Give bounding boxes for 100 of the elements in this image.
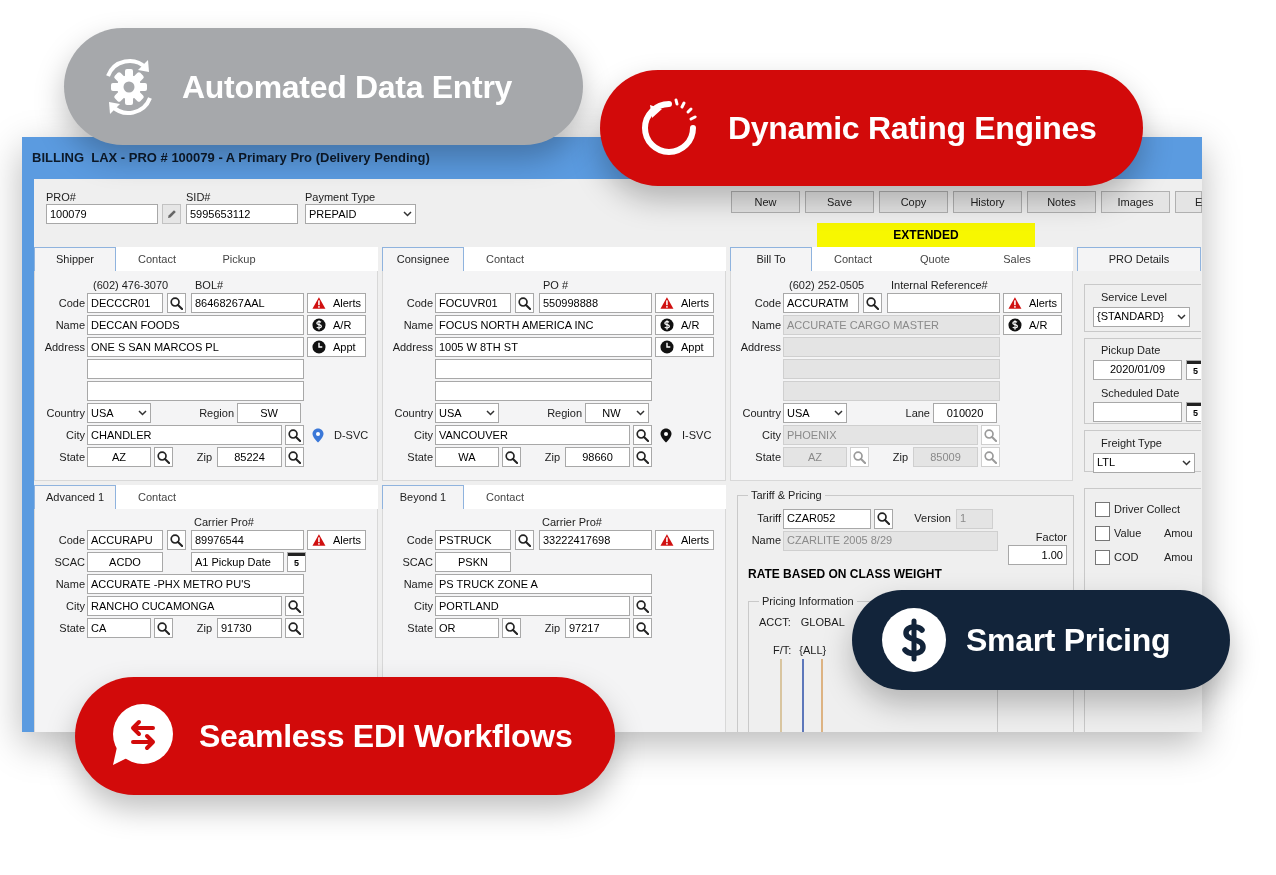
text-field[interactable]: 86468267AAL — [191, 293, 304, 313]
search-button[interactable] — [154, 447, 173, 467]
text-field[interactable]: ACCURAPU — [87, 530, 163, 550]
action-button[interactable]: Appt — [307, 337, 366, 357]
search-button[interactable] — [515, 293, 534, 313]
text-field[interactable] — [435, 381, 652, 401]
search-button[interactable] — [502, 618, 521, 638]
checkbox[interactable] — [1095, 501, 1110, 517]
text-field[interactable]: 97217 — [565, 618, 630, 638]
toolbar-button[interactable]: Save — [805, 191, 874, 213]
text-field[interactable]: PS TRUCK ZONE A — [435, 574, 652, 594]
search-button[interactable] — [515, 530, 534, 550]
text-field[interactable]: WA — [435, 447, 499, 467]
search-button[interactable] — [285, 425, 304, 445]
text-field[interactable]: ONE S SAN MARCOS PL — [87, 337, 304, 357]
date-field[interactable] — [1093, 402, 1182, 422]
search-button[interactable] — [633, 596, 652, 616]
search-button[interactable] — [167, 530, 186, 550]
dropdown[interactable]: LTL — [1093, 452, 1195, 473]
search-button[interactable] — [285, 447, 304, 467]
text-field[interactable]: 89976544 — [191, 530, 304, 550]
search-button[interactable] — [874, 508, 893, 529]
text-field[interactable]: CZAR052 — [783, 508, 871, 529]
action-button[interactable]: Alerts — [1003, 293, 1062, 313]
search-button[interactable] — [154, 618, 173, 638]
toolbar-button[interactable]: E — [1175, 191, 1202, 213]
text-field[interactable]: FOCUVR01 — [435, 293, 511, 313]
text-field[interactable]: PSKN — [435, 552, 511, 572]
action-button[interactable]: A/R — [307, 315, 366, 335]
tab[interactable]: Beyond 1 — [382, 485, 464, 509]
tab[interactable]: PRO Details — [1077, 247, 1201, 271]
date-field[interactable]: A1 Pickup Date — [191, 552, 284, 572]
toolbar-button[interactable]: Images — [1101, 191, 1170, 213]
text-field[interactable] — [783, 359, 1000, 379]
text-field[interactable]: 91730 — [217, 618, 282, 638]
text-field[interactable]: 1005 W 8TH ST — [435, 337, 652, 357]
text-field[interactable]: PORTLAND — [435, 596, 630, 616]
text-field[interactable]: 85224 — [217, 447, 282, 467]
search-button[interactable] — [863, 293, 882, 313]
search-button[interactable] — [633, 618, 652, 638]
text-field[interactable]: PSTRUCK — [435, 530, 511, 550]
dropdown[interactable]: USA — [87, 403, 151, 423]
dropdown[interactable]: USA — [783, 403, 847, 423]
text-field[interactable]: SW — [237, 403, 301, 423]
dropdown[interactable]: {STANDARD} — [1093, 306, 1190, 327]
text-field[interactable] — [887, 293, 1000, 313]
text-field[interactable]: DECCCR01 — [87, 293, 163, 313]
date-field[interactable]: 2020/01/09 — [1093, 359, 1182, 380]
text-field[interactable]: FOCUS NORTH AMERICA INC — [435, 315, 652, 335]
calendar-button[interactable]: 5 — [1186, 359, 1201, 380]
text-field[interactable] — [783, 381, 1000, 401]
action-button[interactable]: Alerts — [307, 530, 366, 550]
toolbar-button[interactable]: New — [731, 191, 800, 213]
toolbar-button[interactable]: Copy — [879, 191, 948, 213]
checkbox[interactable] — [1095, 549, 1110, 565]
action-button[interactable]: Alerts — [655, 530, 714, 550]
calendar-button[interactable]: 5 — [1186, 402, 1201, 422]
text-field[interactable]: OR — [435, 618, 499, 638]
text-field[interactable] — [87, 359, 304, 379]
search-button[interactable] — [633, 425, 652, 445]
dropdown[interactable]: PREPAID — [305, 204, 416, 224]
text-field[interactable]: ACDO — [87, 552, 163, 572]
action-button[interactable]: Alerts — [655, 293, 714, 313]
text-field[interactable]: RANCHO CUCAMONGA — [87, 596, 282, 616]
action-button[interactable]: A/R — [1003, 315, 1062, 335]
search-button[interactable] — [285, 618, 304, 638]
action-button[interactable]: A/R — [655, 315, 714, 335]
tab[interactable]: Consignee — [382, 247, 464, 271]
text-field[interactable]: AZ — [87, 447, 151, 467]
tab[interactable]: Bill To — [730, 247, 812, 271]
action-button[interactable]: Appt — [655, 337, 714, 357]
text-field[interactable]: ACCURATM — [783, 293, 859, 313]
search-button[interactable] — [633, 447, 652, 467]
edit-button[interactable] — [162, 204, 181, 224]
search-button[interactable] — [167, 293, 186, 313]
text-field[interactable]: 1.00 — [1008, 545, 1067, 565]
toolbar-button[interactable]: History — [953, 191, 1022, 213]
tab[interactable]: Shipper — [34, 247, 116, 271]
action-button[interactable]: Alerts — [307, 293, 366, 313]
checkbox[interactable] — [1095, 525, 1110, 541]
text-field[interactable]: 33222417698 — [539, 530, 652, 550]
dropdown[interactable]: USA — [435, 403, 499, 423]
text-field[interactable]: DECCAN FOODS — [87, 315, 304, 335]
text-field[interactable]: 010020 — [933, 403, 997, 423]
text-field[interactable]: CHANDLER — [87, 425, 282, 445]
search-button[interactable] — [502, 447, 521, 467]
text-field[interactable] — [87, 381, 304, 401]
tab[interactable]: Advanced 1 — [34, 485, 116, 509]
dropdown[interactable]: NW — [585, 403, 649, 423]
text-field[interactable]: 98660 — [565, 447, 630, 467]
calendar-button[interactable]: 5 — [287, 552, 306, 572]
text-field[interactable]: 100079 — [46, 204, 158, 224]
text-field[interactable] — [783, 337, 1000, 357]
search-button[interactable] — [285, 596, 304, 616]
toolbar-button[interactable]: Notes — [1027, 191, 1096, 213]
text-field[interactable]: VANCOUVER — [435, 425, 630, 445]
text-field[interactable]: 5995653112 — [186, 204, 298, 224]
text-field[interactable]: CA — [87, 618, 151, 638]
text-field[interactable]: ACCURATE -PHX METRO PU'S — [87, 574, 304, 594]
text-field[interactable] — [435, 359, 652, 379]
